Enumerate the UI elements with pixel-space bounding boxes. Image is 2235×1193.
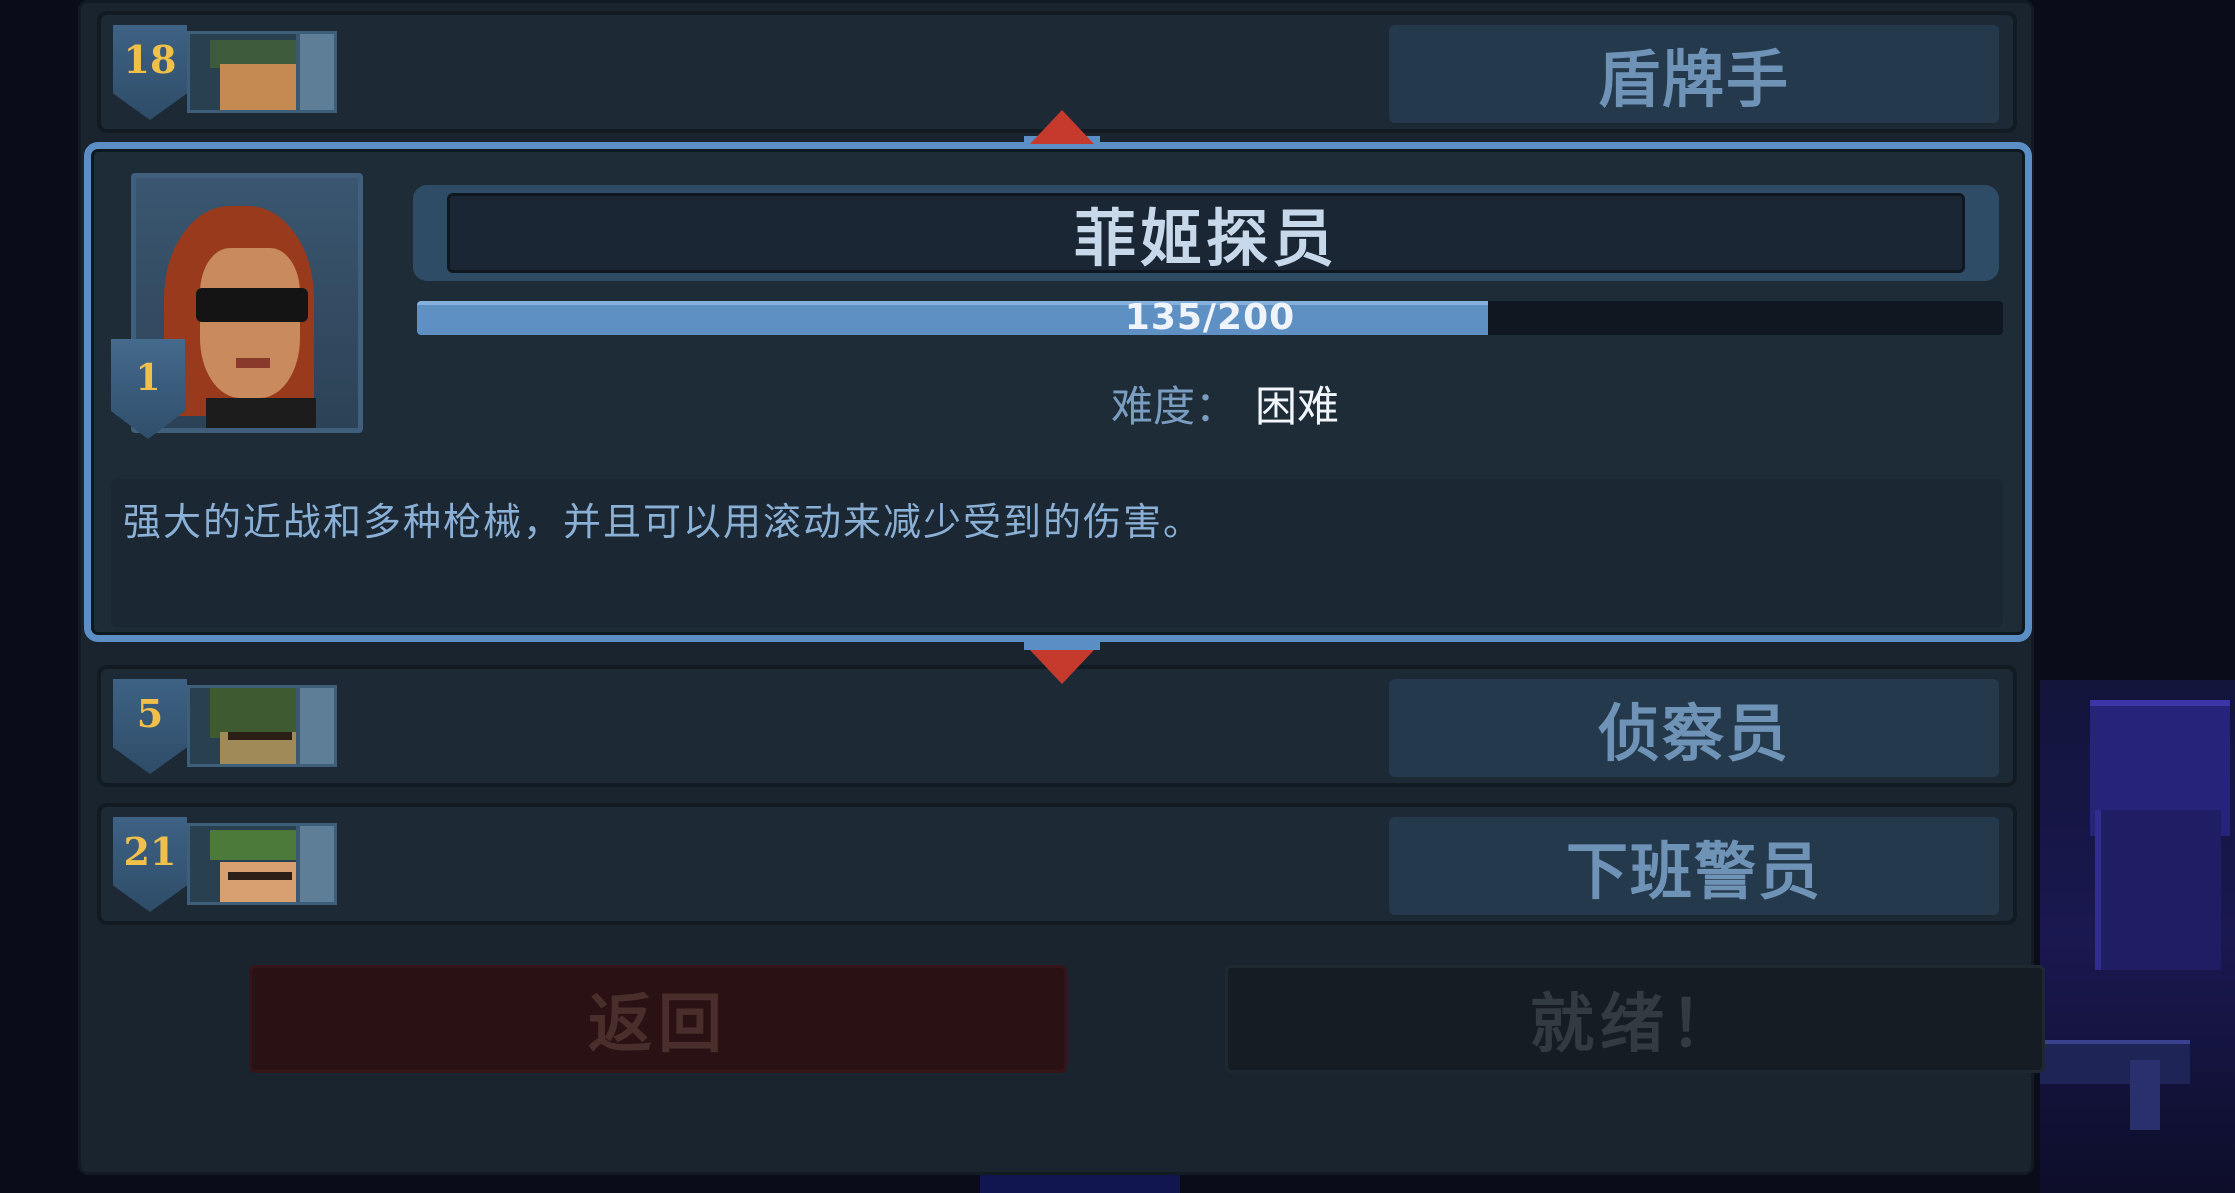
description-box: 强大的近战和多种枪械，并且可以用滚动来减少受到的伤害。 bbox=[111, 479, 2003, 627]
character-name: 下班警员 bbox=[1565, 835, 1822, 908]
level-shield: 5 bbox=[113, 679, 187, 774]
difficulty: 难度： 困难 bbox=[1111, 373, 1339, 434]
character-name-plate: 菲姬探员 bbox=[413, 185, 1999, 281]
level-shield: 18 bbox=[113, 25, 187, 120]
level-number: 1 bbox=[135, 357, 161, 399]
character-name-box: 侦察员 bbox=[1389, 679, 1999, 777]
character-thumbnail bbox=[187, 685, 337, 767]
ready-button[interactable]: 就绪！ bbox=[1225, 965, 2045, 1073]
back-button[interactable]: 返回 bbox=[249, 965, 1067, 1073]
difficulty-label: 难度： bbox=[1111, 382, 1238, 431]
level-shield: 21 bbox=[113, 817, 187, 912]
level-number: 21 bbox=[123, 829, 177, 874]
background-pipe bbox=[2040, 1040, 2190, 1084]
character-row[interactable]: 21 下班警员 bbox=[97, 803, 2017, 925]
character-thumbnail bbox=[187, 823, 337, 905]
character-name: 盾牌手 bbox=[1597, 43, 1790, 116]
character-name: 侦察员 bbox=[1597, 697, 1790, 770]
scroll-up-arrow-icon[interactable] bbox=[1030, 110, 1094, 144]
character-name-box: 下班警员 bbox=[1389, 817, 1999, 915]
sunglasses bbox=[196, 288, 308, 322]
selected-character-name: 菲姬探员 bbox=[1073, 202, 1338, 275]
background-post bbox=[2130, 1060, 2160, 1130]
scroll-down-arrow-icon[interactable] bbox=[1030, 650, 1094, 684]
selected-character-card[interactable]: 1 菲姬探员 135/200 难度： 困难 强大的近战和多种枪械，并且可以用滚动来… bbox=[84, 142, 2032, 642]
xp-bar: 135/200 bbox=[417, 297, 2003, 338]
xp-text: 135/200 bbox=[1124, 297, 1296, 338]
background-building bbox=[2095, 810, 2221, 970]
background-floor bbox=[980, 1175, 1180, 1193]
character-thumbnail bbox=[187, 31, 337, 113]
difficulty-value: 困难 bbox=[1255, 382, 1340, 431]
character-description: 强大的近战和多种枪械，并且可以用滚动来减少受到的伤害。 bbox=[123, 500, 1204, 544]
level-number: 5 bbox=[136, 691, 164, 736]
character-name-box: 盾牌手 bbox=[1389, 25, 1999, 123]
level-number: 18 bbox=[123, 37, 177, 82]
